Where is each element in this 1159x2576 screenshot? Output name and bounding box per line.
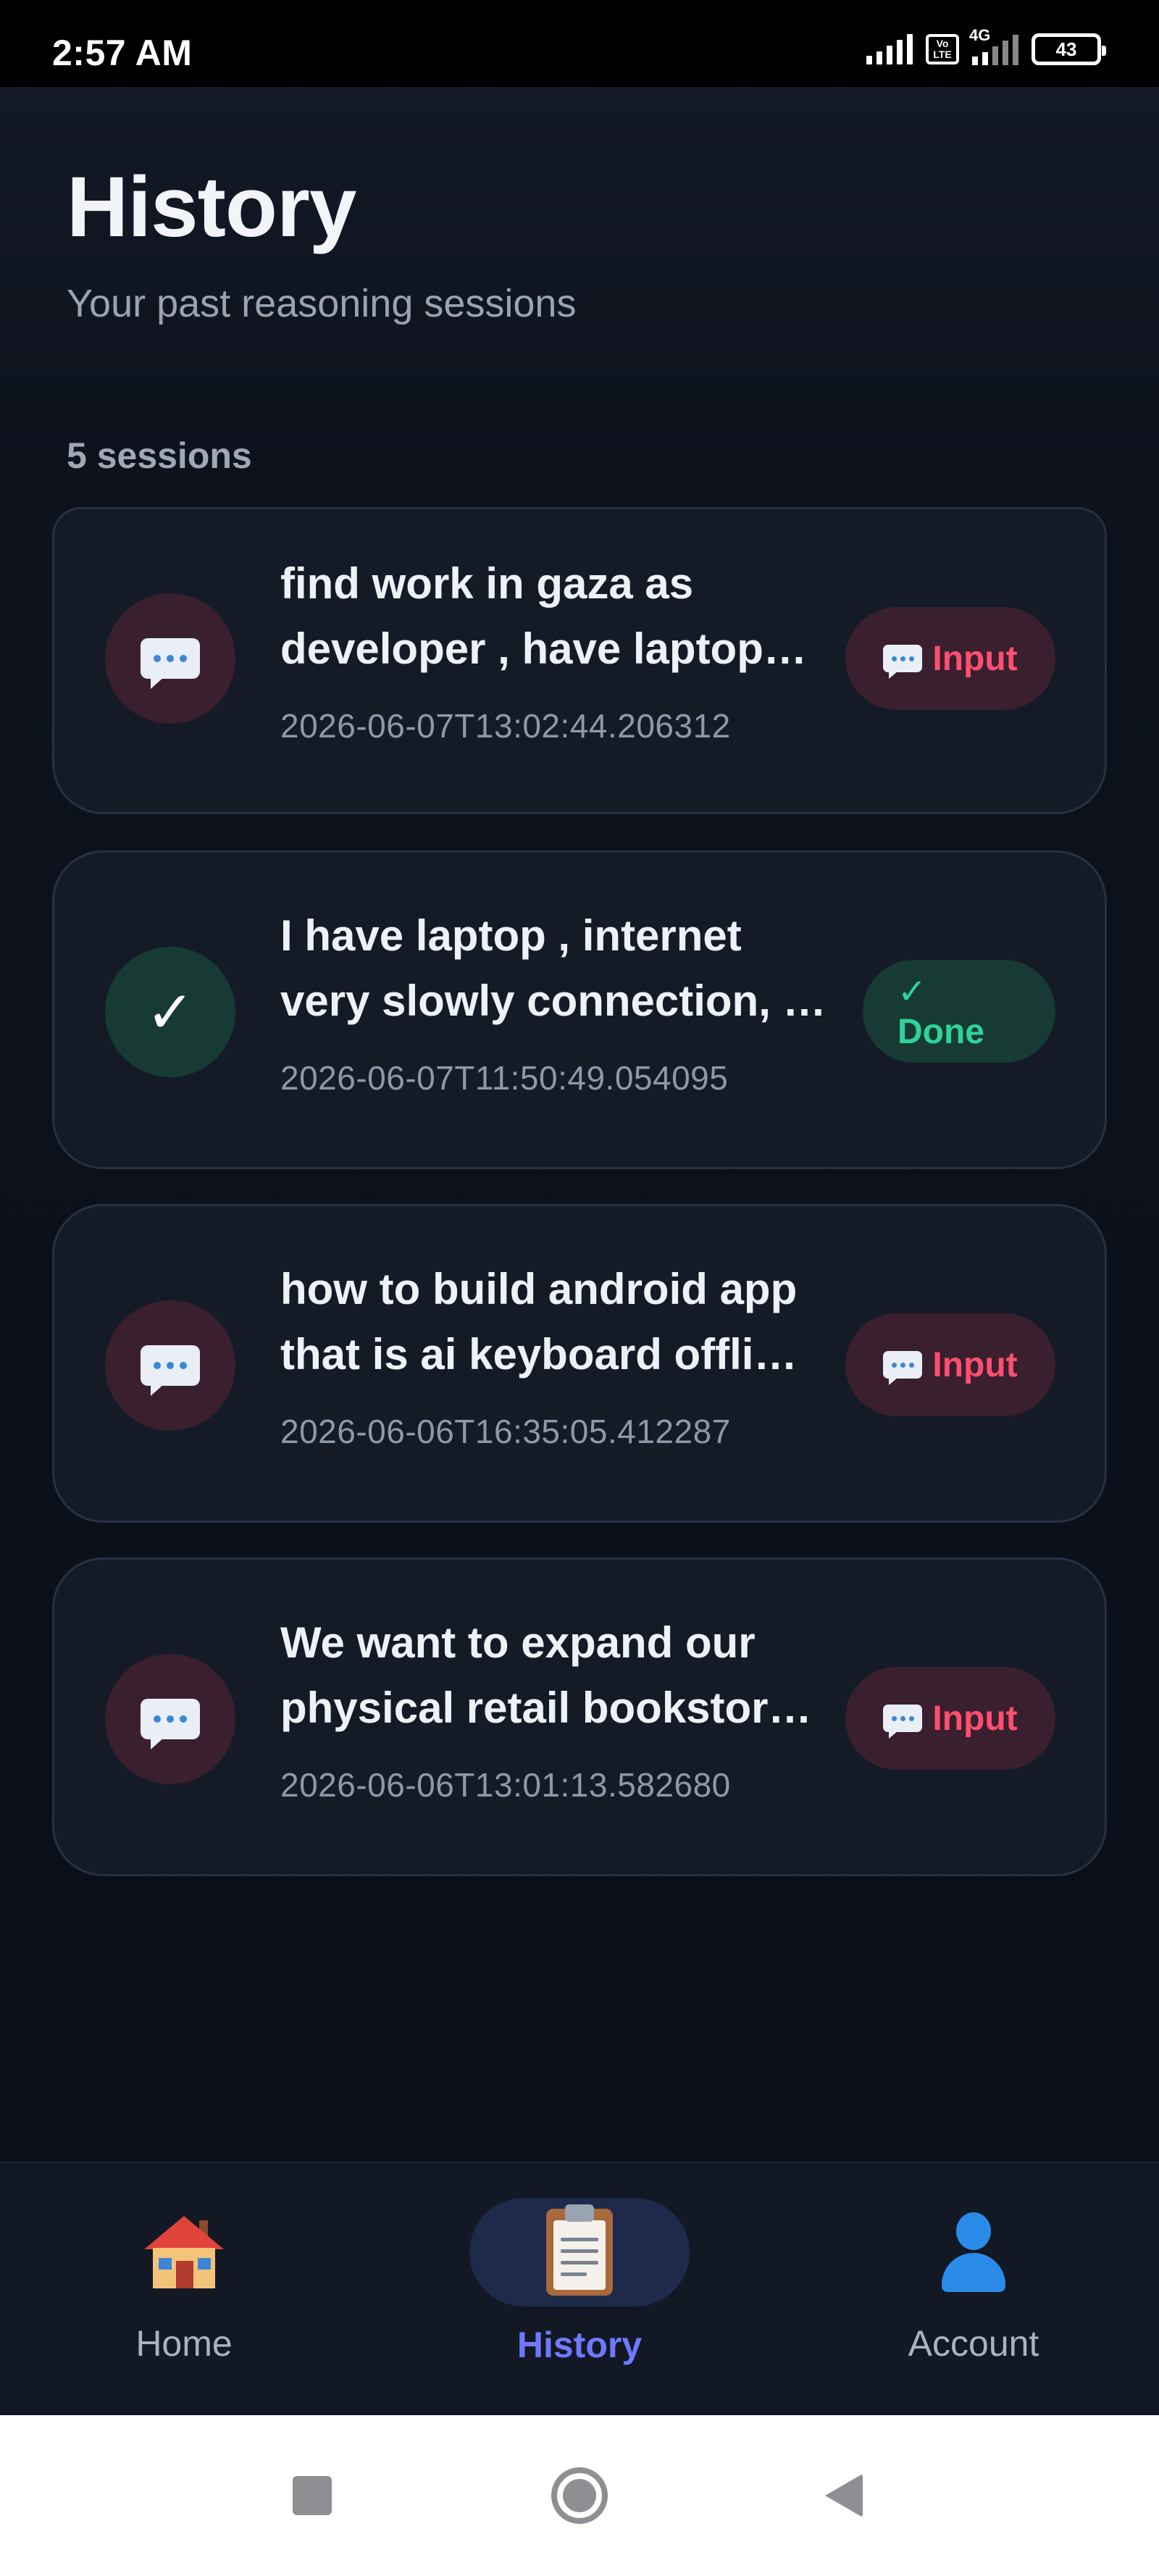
- page-subtitle: Your past reasoning sessions: [67, 282, 577, 325]
- bottom-nav: Home History Account: [0, 2162, 1159, 2415]
- nav-icon-wrap: [469, 2198, 690, 2307]
- page-title: History: [67, 159, 357, 255]
- status-badge-input[interactable]: Input: [845, 607, 1055, 710]
- nav-label-history: History: [516, 2325, 643, 2365]
- session-card[interactable]: find work in gaza as developer , have la…: [52, 507, 1107, 814]
- session-count: 5 sessions: [67, 435, 252, 476]
- history-screen: 2:57 AM Vo LTE 4G 43 History Your past r…: [0, 0, 1159, 2576]
- signal-strength-icon: [866, 34, 913, 64]
- nav-item-history[interactable]: History: [435, 2163, 724, 2417]
- speech-bubble-icon: [883, 645, 923, 679]
- speech-bubble-icon: [141, 638, 200, 689]
- status-badge-label: Input: [932, 1699, 1018, 1738]
- battery-icon: 43: [1032, 33, 1106, 65]
- session-card[interactable]: We want to expand our physical retail bo…: [52, 1557, 1107, 1876]
- session-timestamp: 2026-06-07T13:02:44.206312: [280, 707, 731, 745]
- session-avatar: [105, 1300, 235, 1431]
- speech-bubble-icon: [883, 1351, 923, 1385]
- nav-icon-wrap: [863, 2198, 1084, 2307]
- speech-bubble-icon: [883, 1705, 923, 1739]
- speech-bubble-icon: [141, 1345, 200, 1396]
- session-card[interactable]: how to build android app that is ai keyb…: [52, 1204, 1107, 1523]
- session-timestamp: 2026-06-06T13:01:13.582680: [280, 1766, 731, 1804]
- clipboard-icon: [546, 2204, 613, 2296]
- nav-item-account[interactable]: Account: [829, 2163, 1118, 2417]
- volte-icon: Vo LTE: [926, 34, 959, 64]
- session-timestamp: 2026-06-07T11:50:49.054095: [280, 1059, 729, 1097]
- nav-label-home: Home: [135, 2323, 233, 2364]
- session-avatar: ✓: [105, 947, 235, 1077]
- person-icon: [937, 2212, 1010, 2292]
- house-icon: [144, 2216, 224, 2288]
- session-avatar: [105, 1654, 235, 1784]
- battery-level: 43: [1055, 38, 1077, 60]
- status-badge-input[interactable]: Input: [845, 1313, 1055, 1416]
- speech-bubble-icon: [141, 1699, 200, 1749]
- status-bar: 2:57 AM Vo LTE 4G 43: [0, 0, 1159, 87]
- nav-item-home[interactable]: Home: [39, 2163, 329, 2417]
- check-icon: ✓: [146, 979, 195, 1045]
- status-badge-label: ✓ Done: [898, 972, 984, 1051]
- status-badge-label: Input: [932, 639, 1018, 678]
- session-title: how to build android app that is ai keyb…: [280, 1265, 798, 1379]
- status-icons: Vo LTE 4G 43: [866, 26, 1106, 65]
- session-avatar: [105, 593, 235, 724]
- status-badge-done[interactable]: ✓ Done: [863, 960, 1055, 1063]
- session-title: We want to expand our physical retail bo…: [280, 1618, 812, 1732]
- network-4g-icon: 4G: [969, 26, 1018, 65]
- home-circle-icon[interactable]: [540, 2456, 619, 2535]
- session-title: find work in gaza as developer , have la…: [280, 559, 807, 673]
- back-triangle-icon[interactable]: [804, 2456, 884, 2535]
- status-badge-label: Input: [932, 1345, 1018, 1384]
- nav-label-account: Account: [908, 2323, 1039, 2364]
- system-nav-bar: [0, 2415, 1159, 2576]
- status-badge-input[interactable]: Input: [845, 1667, 1055, 1770]
- session-timestamp: 2026-06-06T16:35:05.412287: [280, 1413, 731, 1450]
- nav-icon-wrap: [74, 2198, 294, 2307]
- status-time: 2:57 AM: [52, 33, 193, 73]
- session-card[interactable]: ✓ I have laptop , internet very slowly c…: [52, 850, 1107, 1169]
- recents-square-icon[interactable]: [272, 2456, 352, 2535]
- session-title: I have laptop , internet very slowly con…: [280, 911, 827, 1025]
